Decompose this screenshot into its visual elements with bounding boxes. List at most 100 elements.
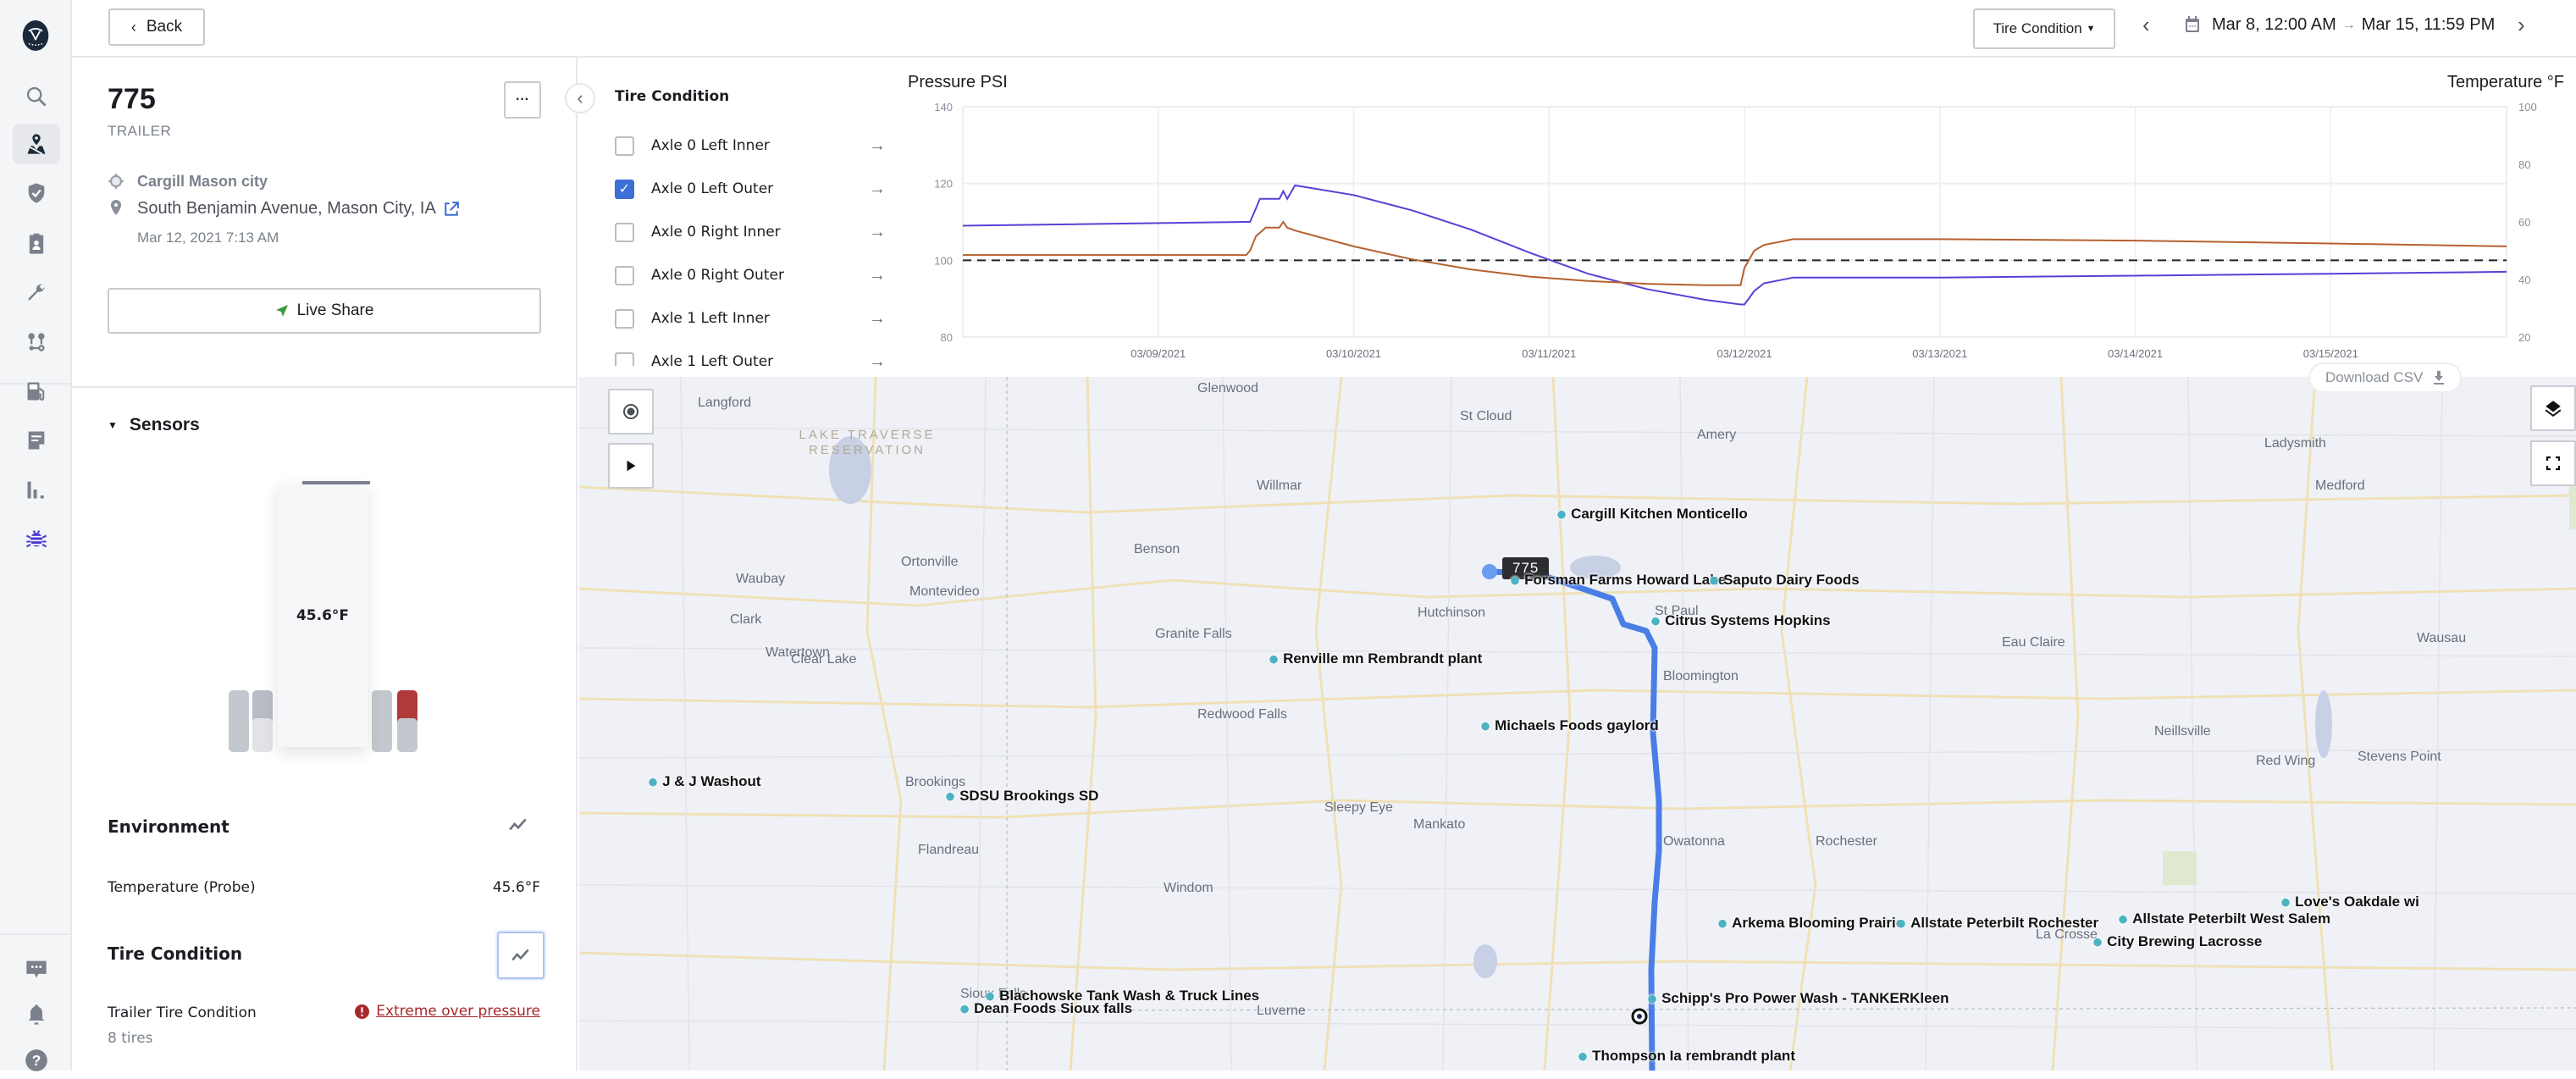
external-link-icon[interactable] (444, 201, 459, 217)
y2-tick-label: 40 (2518, 274, 2530, 286)
map-pin-icon: ⬤ (649, 777, 658, 786)
map-pin-icon[interactable] (13, 124, 60, 164)
search-icon[interactable] (18, 78, 55, 115)
layers-icon (2545, 401, 2562, 418)
poi-label: Cargill Kitchen Monticello (1571, 506, 1748, 522)
live-share-button[interactable]: Live Share (108, 288, 541, 334)
sensors-toggle[interactable]: ▼ Sensors (108, 415, 200, 435)
shield-check-icon[interactable] (18, 174, 55, 212)
document-icon[interactable] (18, 422, 55, 459)
city-label: St Cloud (1460, 409, 1512, 423)
poi-marker[interactable]: ⬤ Renville mn Rembrandt plant (1269, 650, 1482, 667)
download-csv-button[interactable]: Download CSV (2308, 362, 2463, 393)
wrench-icon[interactable] (18, 274, 55, 312)
poi-label: Saputo Dairy Foods (1723, 572, 1860, 588)
map-pin-icon: ⬤ (2093, 937, 2103, 946)
city-label: Glenwood (1197, 381, 1259, 396)
poi-marker[interactable]: ⬤ Citrus Systems Hopkins (1651, 612, 1831, 629)
map-pin-icon: ⬤ (1557, 509, 1567, 518)
map-pin-icon: ⬤ (1710, 575, 1719, 584)
city-label: Owatonna (1663, 834, 1725, 849)
x-tick-label: 03/09/2021 (1130, 347, 1186, 360)
fuel-icon[interactable] (18, 373, 55, 410)
poi-label: J & J Washout (662, 773, 761, 789)
map-pin-icon: ⬤ (986, 991, 995, 1000)
y-tick-label: 100 (934, 254, 953, 267)
locate-button[interactable] (608, 389, 654, 434)
poi-label: Forsman Farms Howard Lake (1524, 572, 1727, 588)
badge-icon[interactable] (18, 225, 55, 263)
play-button[interactable] (608, 443, 654, 489)
poi-label: Citrus Systems Hopkins (1665, 612, 1831, 628)
date-range-picker[interactable]: Mar 8, 12:00 AM → Mar 15, 11:59 PM (2212, 15, 2495, 35)
trailer-temperature: 45.6°F (296, 607, 350, 624)
map[interactable]: 775 LAKE TRAVERSE RESERVATION Langford Gl… (579, 377, 2576, 1071)
map-pin-icon: ⬤ (1481, 721, 1490, 730)
location-pin-icon (110, 200, 122, 217)
map-pin-icon: ⬤ (960, 1004, 970, 1013)
poi-label: Schipp's Pro Power Wash - TANKERKleen (1661, 990, 1949, 1006)
poi-marker[interactable]: ⬤ SDSU Brookings SD (946, 788, 1098, 805)
next-range-button[interactable]: › (2518, 12, 2525, 38)
poi-label: Thompson Ia rembrandt plant (1592, 1048, 1795, 1064)
help-icon[interactable]: ? (18, 1042, 55, 1079)
fullscreen-button[interactable] (2530, 440, 2576, 486)
tire-condition-title: Tire Condition (108, 943, 243, 964)
y-tick-label: 80 (941, 331, 953, 344)
poi-marker[interactable]: ⬤ Michaels Foods gaylord (1481, 717, 1659, 734)
city-label: Neillsville (2154, 724, 2211, 739)
poi-label: City Brewing Lacrosse (2107, 933, 2263, 949)
city-label: Red Wing (2256, 754, 2316, 768)
bar-chart-icon[interactable] (18, 471, 55, 508)
tire-icon[interactable] (252, 718, 273, 752)
y-tick-label: 120 (934, 178, 953, 191)
x-tick-label: 03/14/2021 (2108, 347, 2163, 360)
series-line-temperature (963, 220, 2507, 286)
caret-down-icon: ▼ (2086, 24, 2096, 34)
poi-marker[interactable]: ⬤ Schipp's Pro Power Wash - TANKERKleen (1648, 990, 1949, 1007)
poi-marker[interactable]: ⬤ Forsman Farms Howard Lake (1511, 572, 1726, 589)
poi-marker[interactable]: ⬤ Saputo Dairy Foods (1710, 572, 1860, 589)
trend-line-icon (511, 949, 529, 961)
poi-marker[interactable]: ⬤ Cargill Kitchen Monticello (1557, 506, 1748, 523)
route-icon[interactable] (18, 324, 55, 361)
map-pin-icon: ⬤ (2119, 914, 2128, 923)
poi-marker[interactable]: ⬤ J & J Washout (649, 773, 761, 790)
city-label: Clear Lake (791, 652, 857, 667)
poi-marker[interactable]: ⬤ Allstate Peterbilt West Salem (2119, 910, 2330, 927)
poi-marker[interactable]: ⬤ Arkema Blooming Prairie (1718, 915, 1904, 932)
owl-logo-icon[interactable] (14, 12, 58, 59)
map-pin-icon: ⬤ (1511, 575, 1520, 584)
chat-icon[interactable] (18, 950, 55, 988)
poi-marker[interactable]: ⬤ City Brewing Lacrosse (2093, 933, 2262, 950)
address: South Benjamin Avenue, Mason City, IA (137, 199, 436, 218)
more-options-button[interactable]: ··· (504, 81, 541, 119)
tire-icon[interactable] (397, 718, 417, 752)
bug-icon[interactable] (18, 520, 55, 557)
back-button[interactable]: ‹ Back (108, 8, 205, 46)
tire-icon[interactable] (229, 718, 249, 752)
tire-condition-chart-button[interactable] (497, 932, 544, 979)
tire-icon[interactable] (372, 718, 392, 752)
poi-marker[interactable]: ⬤ Love's Oakdale wi (2281, 894, 2419, 910)
poi-label: Love's Oakdale wi (2295, 894, 2419, 910)
environment-value: 45.6°F (492, 879, 540, 896)
poi-label: Dean Foods Sioux falls (974, 1000, 1133, 1016)
environment-label: Temperature (Probe) (108, 879, 256, 896)
prev-range-button[interactable]: ‹ (2142, 12, 2150, 38)
poi-marker[interactable]: ⬤ Allstate Peterbilt Rochester (1897, 915, 2098, 932)
view-select[interactable]: Tire Condition ▼ (1973, 8, 2115, 49)
reservation-label: LAKE TRAVERSE RESERVATION (799, 428, 936, 457)
tire-status-link[interactable]: Extreme over pressure (376, 1003, 540, 1020)
environment-chart-button[interactable] (500, 806, 537, 844)
live-share-label: Live Share (296, 302, 374, 319)
city-label: Ladysmith (2264, 436, 2326, 451)
poi-marker[interactable]: ⬤ Thompson Ia rembrandt plant (1578, 1048, 1795, 1065)
tire-condition-label: Trailer Tire Condition (108, 1004, 257, 1021)
poi-marker[interactable]: ⬤ Dean Foods Sioux falls (960, 1000, 1132, 1017)
map-pin-icon: ⬤ (1578, 1051, 1588, 1060)
layers-button[interactable] (2530, 385, 2576, 431)
x-tick-label: 03/15/2021 (2303, 347, 2358, 360)
bell-icon[interactable] (18, 996, 55, 1033)
asset-name: 775 (108, 83, 156, 115)
